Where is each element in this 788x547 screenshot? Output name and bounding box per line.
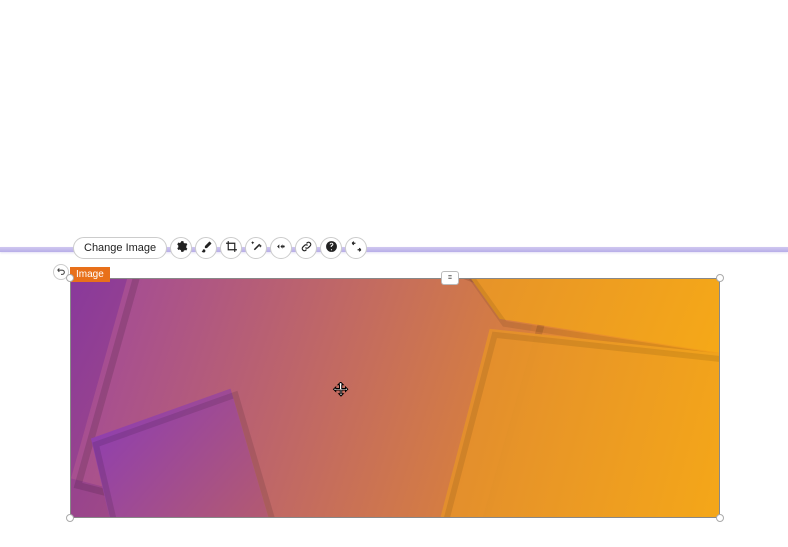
stretch-icon <box>350 240 363 256</box>
element-type-badge: Image <box>70 267 110 282</box>
selected-image[interactable] <box>70 278 720 518</box>
resize-handle-top-left[interactable] <box>66 274 74 282</box>
resize-handle-bottom-right[interactable] <box>716 514 724 522</box>
animation-button[interactable] <box>270 237 292 259</box>
height-handle[interactable] <box>441 271 459 285</box>
wand-icon <box>250 240 263 256</box>
filters-button[interactable] <box>245 237 267 259</box>
image-content <box>71 279 719 517</box>
animation-icon <box>275 240 288 256</box>
geometric-shapes <box>71 279 719 518</box>
crop-button[interactable] <box>220 237 242 259</box>
design-button[interactable] <box>195 237 217 259</box>
stretch-button[interactable] <box>345 237 367 259</box>
drag-vertical-icon <box>445 269 455 287</box>
paintbrush-icon <box>200 240 213 256</box>
resize-handle-top-right[interactable] <box>716 274 724 282</box>
settings-button[interactable] <box>170 237 192 259</box>
image-toolbar: Change Image <box>73 237 367 259</box>
undo-icon <box>56 263 66 281</box>
change-image-button[interactable]: Change Image <box>73 237 167 259</box>
help-icon <box>325 240 338 256</box>
link-button[interactable] <box>295 237 317 259</box>
resize-handle-bottom-left[interactable] <box>66 514 74 522</box>
help-button[interactable] <box>320 237 342 259</box>
settings-icon <box>175 240 188 256</box>
crop-icon <box>225 240 238 256</box>
link-icon <box>300 240 313 256</box>
